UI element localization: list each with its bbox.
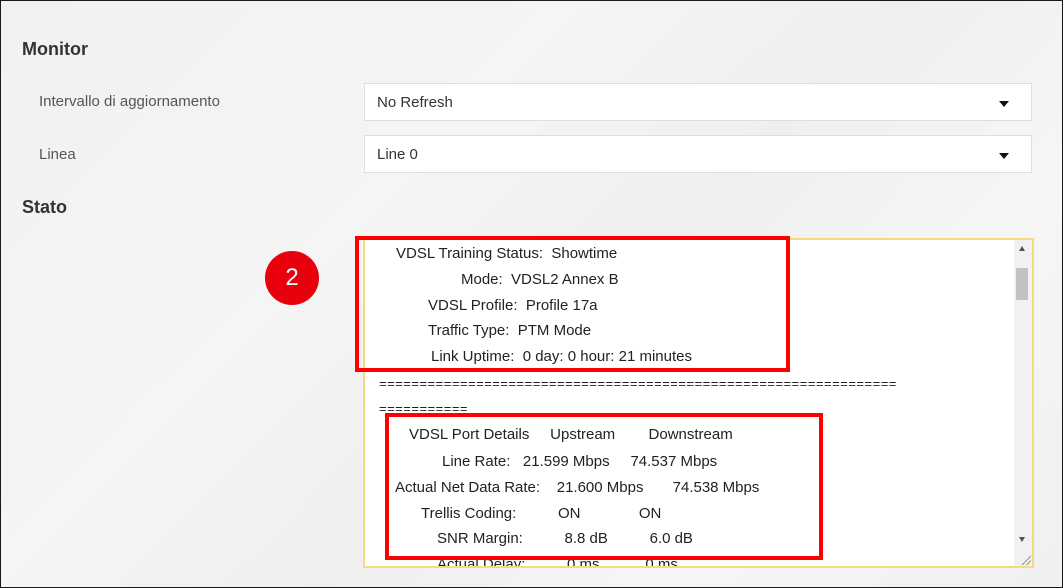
caret-down-icon	[999, 153, 1009, 159]
line-value: Line 0	[377, 146, 418, 163]
status-line-snr: SNR Margin: 8.8 dB 6.0 dB	[437, 530, 693, 547]
monitor-page: Monitor Intervallo di aggiornamento No R…	[0, 0, 1063, 588]
line-select[interactable]: Line 0	[364, 135, 1032, 173]
status-line-training: VDSL Training Status: Showtime	[396, 245, 618, 262]
status-line-net-data-rate: Actual Net Data Rate: 21.600 Mbps 74.538…	[395, 479, 760, 496]
refresh-interval-label: Intervallo di aggiornamento	[39, 93, 220, 110]
status-line-mode: Mode: VDSL2 Annex B	[461, 271, 619, 288]
status-scrollbar[interactable]	[1014, 240, 1032, 566]
status-line-port-details: VDSL Port Details Upstream Downstream	[409, 426, 733, 443]
status-line-uptime: Link Uptime: 0 day: 0 hour: 21 minutes	[431, 348, 692, 365]
monitor-heading: Monitor	[22, 39, 88, 59]
status-line-profile: VDSL Profile: Profile 17a	[428, 297, 598, 314]
status-line-separator-tail: ===========	[379, 401, 469, 416]
refresh-interval-value: No Refresh	[377, 94, 453, 111]
status-textarea[interactable]: VDSL Training Status: Showtime Mode: VDS…	[363, 238, 1034, 568]
refresh-interval-select[interactable]: No Refresh	[364, 83, 1032, 121]
scrollbar-thumb[interactable]	[1016, 268, 1028, 300]
resize-grip-icon[interactable]	[1019, 553, 1031, 565]
scroll-up-arrow-icon[interactable]	[1019, 246, 1025, 251]
scroll-down-arrow-icon[interactable]	[1019, 537, 1025, 542]
status-line-traffic: Traffic Type: PTM Mode	[428, 322, 592, 339]
status-line-separator: ========================================…	[379, 376, 897, 391]
status-heading: Stato	[22, 197, 67, 217]
status-line-line-rate: Line Rate: 21.599 Mbps 74.537 Mbps	[442, 453, 718, 470]
step-number-badge: 2	[265, 251, 319, 305]
status-line-trellis: Trellis Coding: ON ON	[421, 505, 662, 522]
status-line-delay: Actual Delay: 0 ms 0 ms	[437, 556, 678, 568]
caret-down-icon	[999, 101, 1009, 107]
line-label: Linea	[39, 146, 76, 163]
